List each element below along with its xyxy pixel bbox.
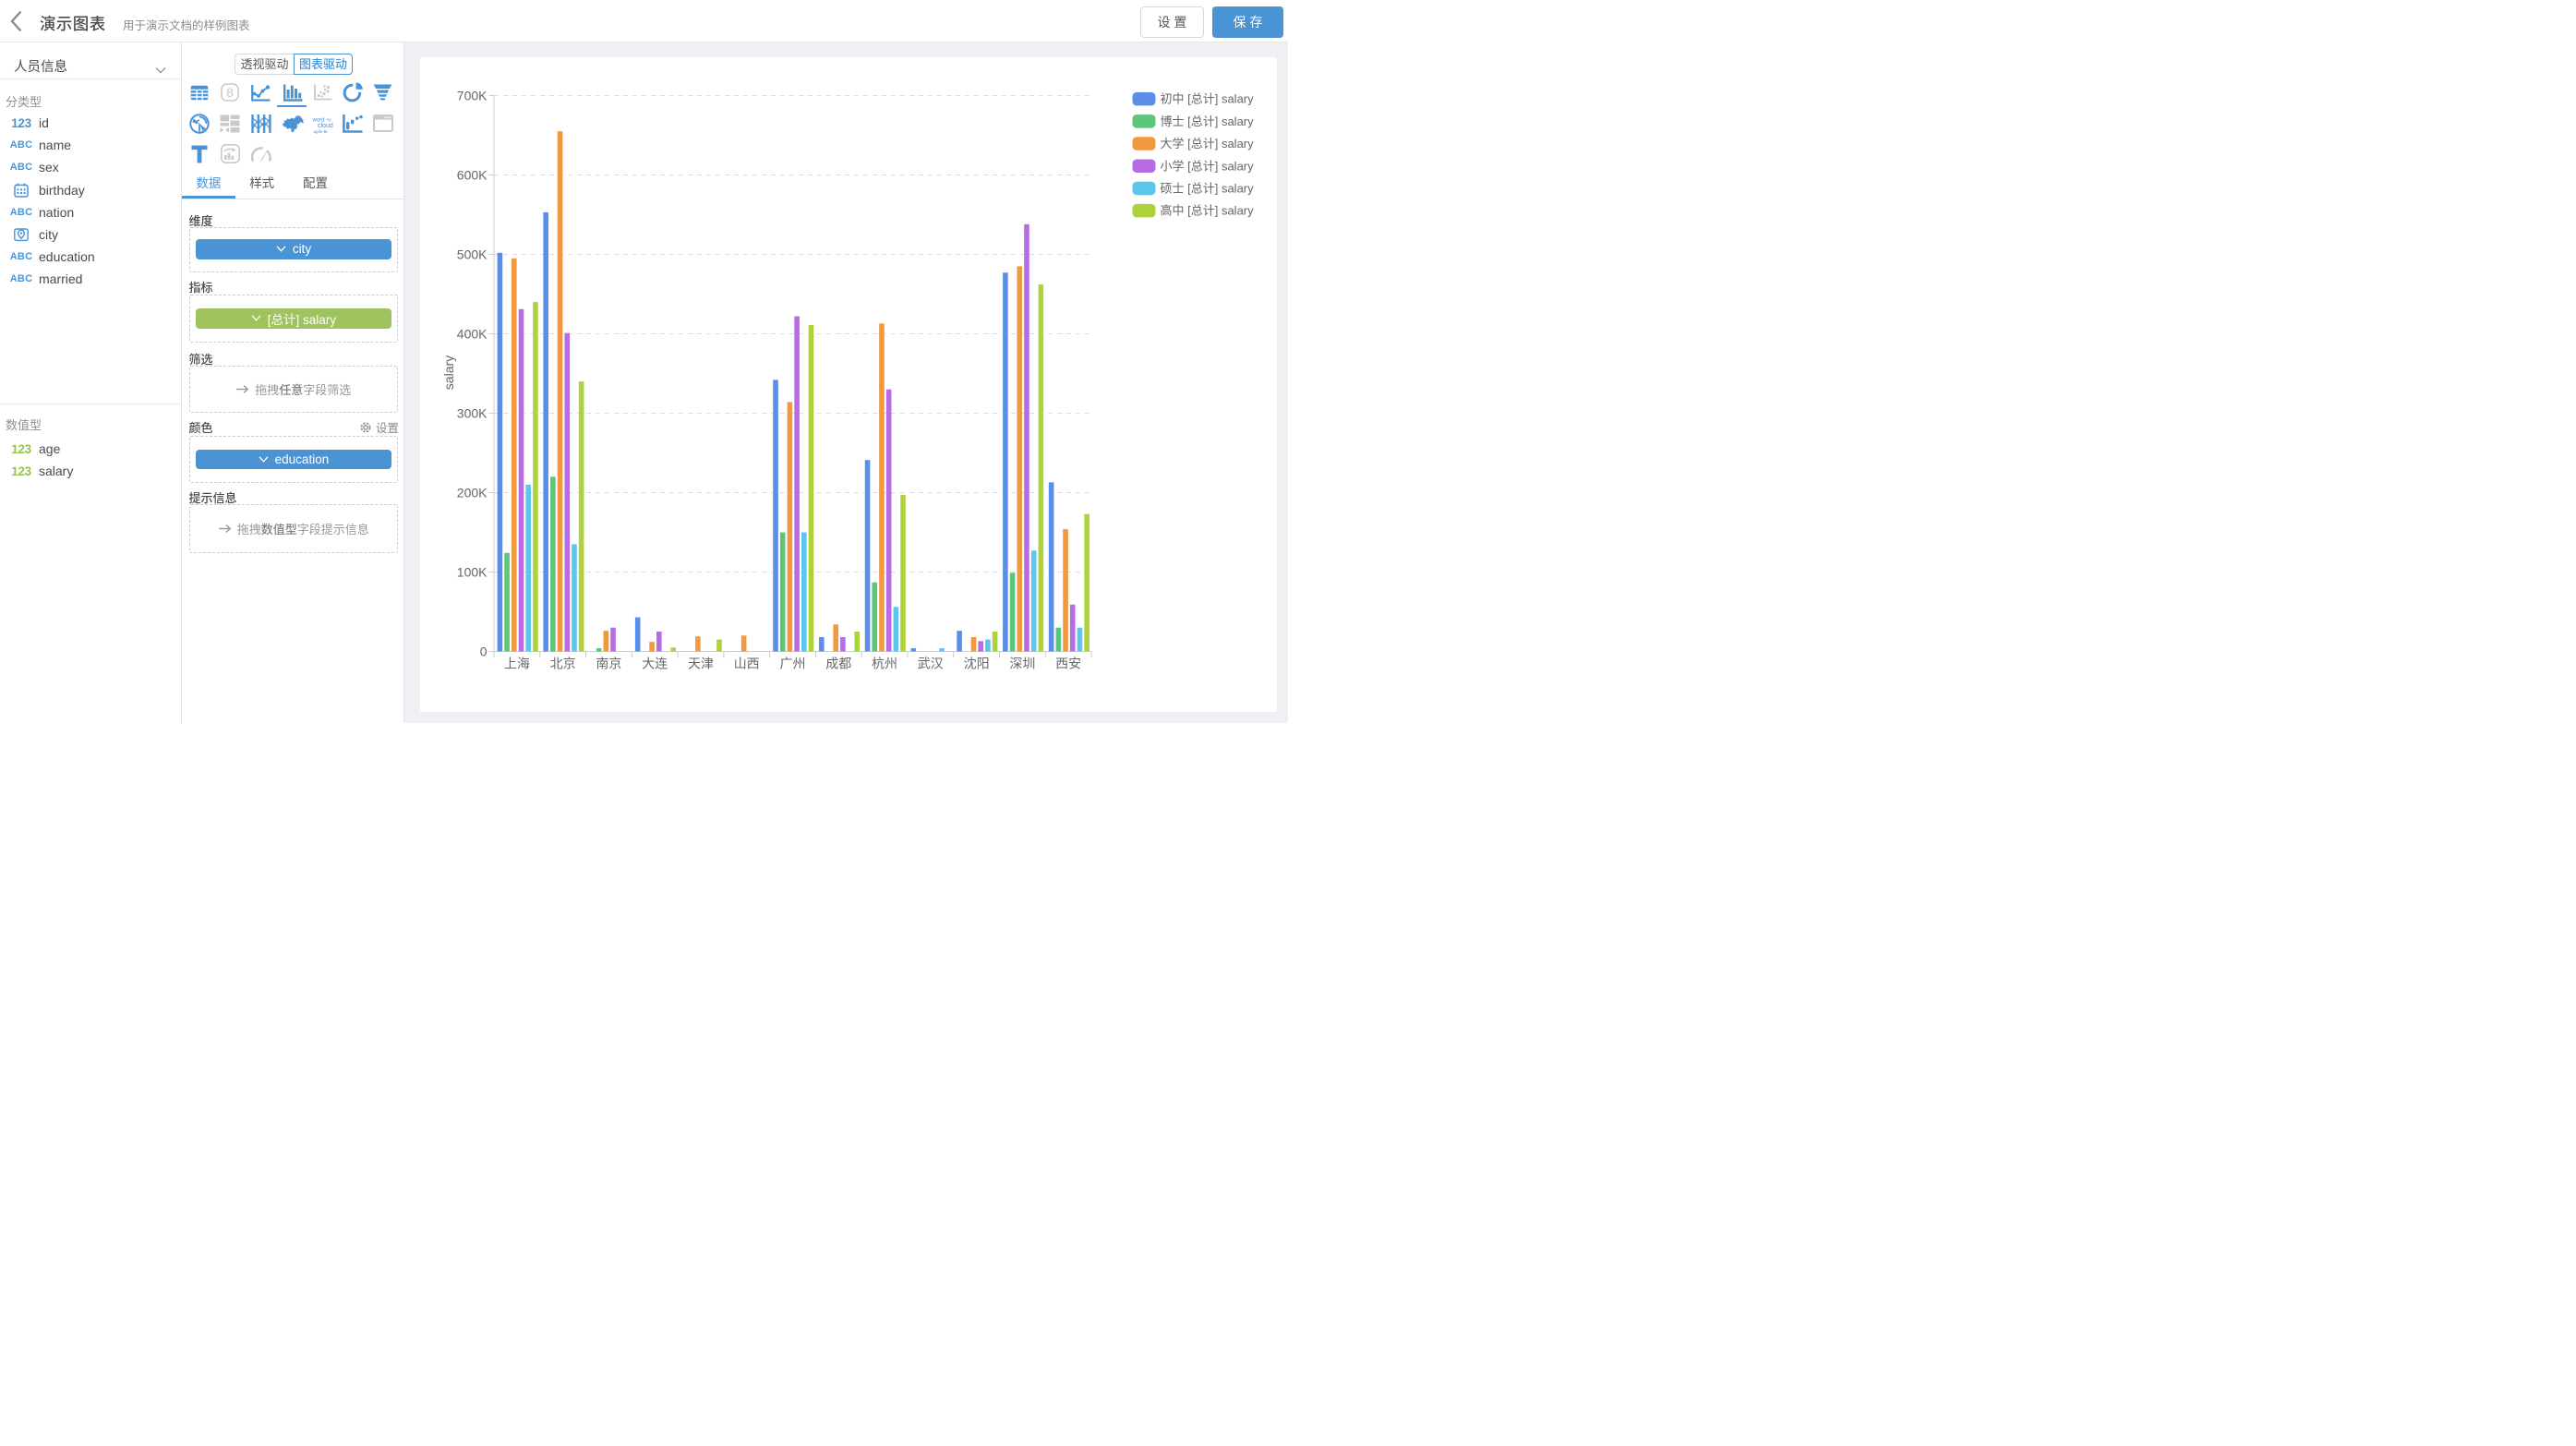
svg-text:博士 [总计] salary: 博士 [总计] salary (1161, 114, 1255, 128)
svg-text:沈阳: 沈阳 (964, 657, 990, 671)
svg-text:初中 [总计] salary: 初中 [总计] salary (1161, 92, 1255, 106)
svg-text:杭州: 杭州 (872, 657, 897, 671)
svg-text:北京: 北京 (550, 657, 576, 671)
svg-text:武汉: 武汉 (918, 657, 944, 671)
svg-text:700K: 700K (457, 89, 488, 103)
svg-text:高中 [总计] salary: 高中 [总计] salary (1161, 204, 1255, 218)
svg-text:山西: 山西 (734, 657, 760, 671)
svg-text:南京: 南京 (596, 657, 621, 671)
svg-text:300K: 300K (457, 406, 488, 421)
svg-text:8: 8 (226, 85, 234, 100)
svg-text:天津: 天津 (688, 657, 714, 671)
svg-text:cloud: cloud (318, 123, 333, 129)
svg-text:上海: 上海 (504, 657, 530, 671)
svg-text:100K: 100K (457, 565, 488, 580)
svg-text:agile Bi: agile Bi (314, 129, 328, 134)
svg-text:tag: tag (327, 117, 331, 121)
svg-text:成都: 成都 (825, 657, 851, 671)
svg-text:600K: 600K (457, 168, 488, 183)
svg-text:广州: 广州 (780, 657, 806, 671)
svg-text:深圳: 深圳 (1009, 657, 1035, 671)
svg-text:小学 [总计] salary: 小学 [总计] salary (1161, 159, 1255, 173)
svg-text:500K: 500K (457, 247, 488, 262)
svg-text:salary: salary (441, 355, 456, 390)
svg-text:200K: 200K (457, 486, 488, 500)
svg-text:西安: 西安 (1055, 657, 1081, 671)
svg-text:400K: 400K (457, 327, 488, 342)
svg-text:硕士 [总计] salary: 硕士 [总计] salary (1161, 182, 1255, 196)
svg-text:大连: 大连 (642, 657, 668, 671)
svg-text:0: 0 (480, 645, 488, 659)
svg-text:大学 [总计] salary: 大学 [总计] salary (1161, 137, 1255, 151)
